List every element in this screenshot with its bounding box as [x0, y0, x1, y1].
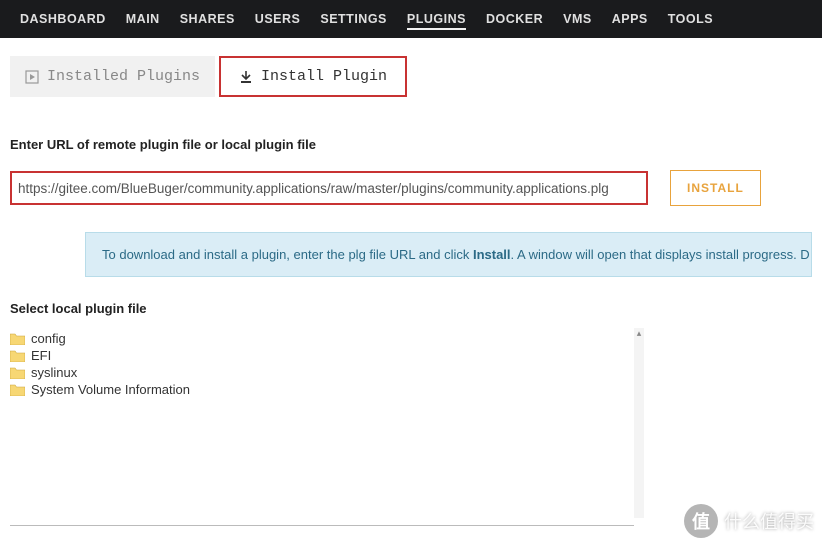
file-tree[interactable]: config EFI syslinux System Volume Inform… — [10, 326, 634, 398]
tab-installed-plugins[interactable]: Installed Plugins — [10, 56, 215, 97]
nav-apps[interactable]: APPS — [602, 2, 658, 36]
plugin-tabs: Installed Plugins Install Plugin — [10, 56, 812, 97]
nav-shares[interactable]: SHARES — [170, 2, 245, 36]
installed-plugins-icon — [25, 70, 39, 84]
folder-icon — [10, 333, 25, 345]
folder-config[interactable]: config — [10, 330, 634, 347]
plugin-url-input[interactable] — [10, 171, 648, 205]
local-file-label: Select local plugin file — [10, 301, 812, 316]
install-button[interactable]: INSTALL — [670, 170, 761, 206]
folder-efi[interactable]: EFI — [10, 347, 634, 364]
nav-vms[interactable]: VMS — [553, 2, 602, 36]
folder-icon — [10, 350, 25, 362]
tab-install-plugin[interactable]: Install Plugin — [219, 56, 407, 97]
nav-plugins[interactable]: PLUGINS — [397, 2, 476, 36]
url-row: INSTALL — [10, 170, 812, 206]
folder-label: EFI — [31, 348, 51, 363]
scroll-up-icon: ▴ — [634, 328, 644, 338]
info-banner: To download and install a plugin, enter … — [85, 232, 812, 277]
folder-label: syslinux — [31, 365, 77, 380]
info-text-pre: To download and install a plugin, enter … — [102, 247, 473, 262]
folder-label: System Volume Information — [31, 382, 190, 397]
folder-icon — [10, 384, 25, 396]
file-tree-container: config EFI syslinux System Volume Inform… — [10, 326, 634, 526]
info-text-post: . A window will open that displays insta… — [511, 247, 810, 262]
nav-tools[interactable]: TOOLS — [658, 2, 723, 36]
nav-dashboard[interactable]: DASHBOARD — [10, 2, 116, 36]
info-text-bold: Install — [473, 247, 511, 262]
tab-installed-label: Installed Plugins — [47, 68, 200, 85]
folder-system-volume-information[interactable]: System Volume Information — [10, 381, 634, 398]
nav-settings[interactable]: SETTINGS — [310, 2, 397, 36]
folder-syslinux[interactable]: syslinux — [10, 364, 634, 381]
top-nav: DASHBOARD MAIN SHARES USERS SETTINGS PLU… — [0, 0, 822, 38]
folder-label: config — [31, 331, 66, 346]
scrollbar[interactable]: ▴ — [634, 328, 644, 518]
nav-main[interactable]: MAIN — [116, 2, 170, 36]
url-section-label: Enter URL of remote plugin file or local… — [10, 137, 812, 152]
nav-users[interactable]: USERS — [245, 2, 311, 36]
folder-icon — [10, 367, 25, 379]
nav-docker[interactable]: DOCKER — [476, 2, 553, 36]
download-icon — [239, 70, 253, 84]
tab-install-label: Install Plugin — [261, 68, 387, 85]
